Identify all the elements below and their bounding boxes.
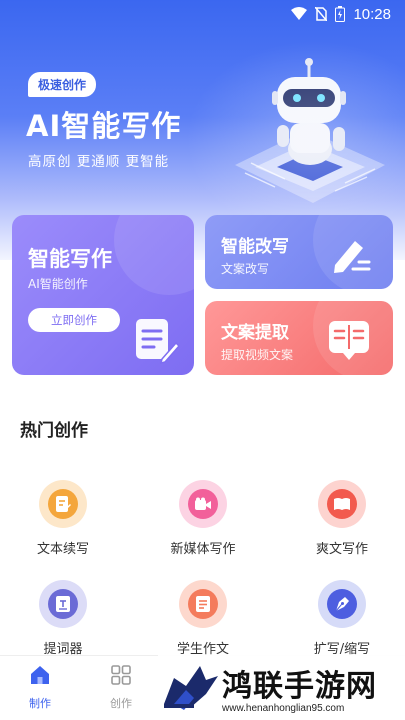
- smart-write-card[interactable]: 智能写作 AI智能创作 立即创作: [12, 215, 194, 375]
- wifi-icon: [291, 7, 308, 20]
- pen-nib-icon: [327, 589, 357, 619]
- home-icon: [31, 666, 49, 684]
- grid-icon: [111, 665, 131, 685]
- hot-item-text-continue[interactable]: 文本续写: [8, 480, 118, 557]
- hot-item-label: 新媒体写作: [170, 542, 236, 557]
- smart-write-desc: AI智能创作: [28, 277, 88, 291]
- start-create-button[interactable]: 立即创作: [28, 308, 120, 332]
- hero-badge: 极速创作: [28, 72, 97, 97]
- hero-title: AI智能写作: [26, 109, 182, 143]
- hot-item-label: 文本续写: [36, 542, 89, 557]
- hot-item-student-essay[interactable]: 学生作文: [148, 580, 258, 657]
- hot-item-fiction[interactable]: 爽文写作: [287, 480, 397, 557]
- hot-item-new-media[interactable]: 新媒体写作: [148, 480, 258, 557]
- teleprompter-icon: [48, 589, 78, 619]
- text-extract-desc: 提取视频文案: [221, 348, 294, 362]
- no-sim-icon: [315, 7, 328, 21]
- tab-make-label: 制作: [29, 697, 51, 710]
- battery-icon: [335, 6, 346, 22]
- watermark: 鸿联手游网 www.henanhonglian95.com: [158, 655, 405, 720]
- smart-rewrite-title: 智能改写: [221, 237, 289, 257]
- hot-item-label: 爽文写作: [315, 542, 368, 557]
- essay-icon: [188, 589, 218, 619]
- book-icon: [329, 321, 369, 360]
- document-edit-icon: [136, 319, 180, 365]
- hot-item-expand-shrink[interactable]: 扩写/缩写: [287, 580, 397, 657]
- status-bar: 10:28: [0, 0, 405, 28]
- watermark-title: 鸿联手游网: [222, 669, 377, 704]
- pencil-icon: [334, 241, 371, 273]
- smart-rewrite-desc: 文案改写: [221, 262, 270, 276]
- hero-subtitle: 高原创 更通顺 更智能: [28, 154, 170, 170]
- tab-create-label: 创作: [110, 697, 132, 710]
- text-extract-title: 文案提取: [221, 323, 289, 343]
- video-camera-icon: [188, 489, 218, 519]
- bird-logo-icon: [164, 665, 218, 710]
- hot-item-teleprompter[interactable]: 提词器: [8, 580, 118, 657]
- text-extract-card[interactable]: 文案提取 提取视频文案: [205, 301, 393, 375]
- open-book-icon: [327, 489, 357, 519]
- robot-illustration: [215, 45, 400, 225]
- section-title-hot: 热门创作: [20, 421, 88, 441]
- tab-create[interactable]: 创作: [91, 664, 151, 711]
- smart-rewrite-card[interactable]: 智能改写 文案改写: [205, 215, 393, 289]
- watermark-url: www.henanhonglian95.com: [222, 703, 345, 714]
- smart-write-title: 智能写作: [28, 247, 112, 271]
- tab-make[interactable]: 制作: [10, 664, 70, 711]
- robot-chip-icon: [235, 58, 385, 203]
- file-edit-icon: [48, 489, 78, 519]
- clock: 10:28: [353, 5, 391, 23]
